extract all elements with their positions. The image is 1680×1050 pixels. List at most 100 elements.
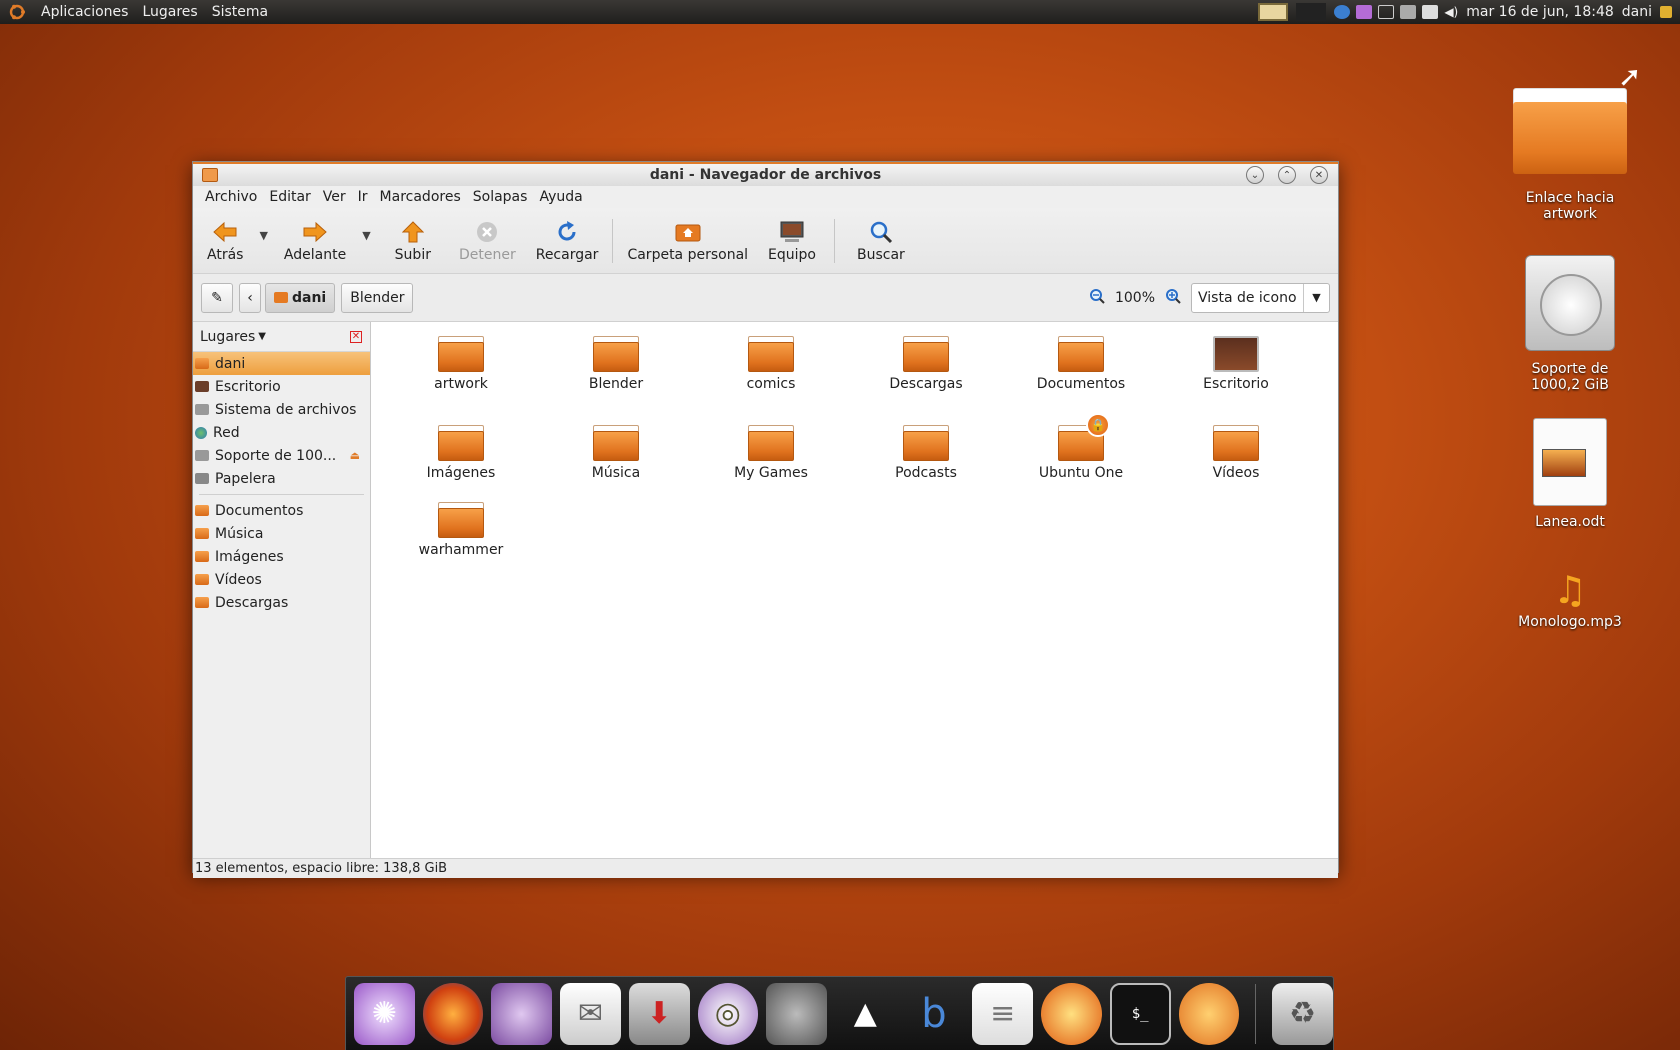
arrow-right-icon [302, 219, 328, 245]
menu-ayuda[interactable]: Ayuda [533, 189, 588, 205]
minimize-button[interactable]: ⌄ [1246, 166, 1264, 184]
view-mode-select[interactable]: Vista de icono ▼ [1191, 282, 1330, 313]
dock-text-editor-icon[interactable]: ≡ [972, 982, 1034, 1045]
sidebar-bookmark-documentos[interactable]: Documentos [193, 499, 370, 522]
dock-launcher-icon[interactable]: ✺ [354, 982, 415, 1045]
dock-nautilus-icon[interactable] [1178, 982, 1240, 1045]
menu-marcadores[interactable]: Marcadores [374, 189, 467, 205]
dock-trash-icon[interactable]: ♻ [1272, 982, 1333, 1045]
dock-blender-icon[interactable]: b [904, 983, 965, 1045]
mail-icon[interactable] [1422, 5, 1439, 19]
zoom-out-icon[interactable] [1089, 288, 1105, 308]
window-icon[interactable] [1378, 5, 1395, 19]
back-button[interactable]: Atrás [199, 211, 251, 271]
music-note-icon: ♫ [1552, 568, 1588, 612]
breadcrumb-scroll-left[interactable]: ‹ [239, 282, 261, 313]
home-button[interactable]: Carpeta personal [619, 211, 756, 271]
file-item-descargas[interactable]: Descargas [861, 336, 991, 392]
sidebar-bookmark-imagenes[interactable]: Imágenes [193, 545, 370, 568]
volume-icon[interactable]: ◀) [1444, 5, 1458, 19]
sidebar-bookmark-descargas[interactable]: Descargas [193, 591, 370, 614]
eject-icon[interactable]: ⏏ [350, 449, 360, 462]
file-item-warhammer[interactable]: warhammer [396, 502, 526, 558]
sidebar-item-papelera[interactable]: Papelera [193, 467, 370, 490]
toolbar: Atrás ▼ Adelante ▼ Subir Detener Recarga… [193, 208, 1338, 274]
maximize-button[interactable]: ⌃ [1278, 166, 1296, 184]
breadcrumb-dani[interactable]: dani [265, 282, 336, 313]
zoom-in-icon[interactable] [1165, 288, 1181, 308]
file-item-ubuntu-one[interactable]: 🔒 Ubuntu One [1016, 413, 1146, 481]
file-item-documentos[interactable]: Documentos [1016, 336, 1146, 392]
file-item-blender[interactable]: Blender [551, 336, 681, 392]
user-menu[interactable]: dani [1622, 4, 1652, 20]
sidebar-type-selector[interactable]: Lugares [200, 329, 255, 345]
workspace-switcher-active[interactable] [1258, 3, 1289, 21]
menu-editar[interactable]: Editar [263, 189, 316, 205]
file-item-musica[interactable]: Música [551, 425, 681, 481]
desktop-icon-artwork-link[interactable]: Enlace hacia artwork [1505, 88, 1635, 222]
toggle-location-entry-button[interactable]: ✎ [201, 282, 233, 313]
file-item-podcasts[interactable]: Podcasts [861, 425, 991, 481]
file-item-imagenes[interactable]: Imágenes [396, 425, 526, 481]
zoom-level[interactable]: 100% [1115, 290, 1155, 306]
menu-ir[interactable]: Ir [352, 189, 374, 205]
forward-history-dropdown[interactable]: ▼ [354, 229, 378, 242]
sidebar-item-dani[interactable]: dani [193, 352, 370, 375]
file-item-comics[interactable]: comics [706, 336, 836, 392]
search-button[interactable]: Buscar [841, 211, 921, 271]
stop-button[interactable]: Detener [447, 211, 528, 271]
desktop-icon-drive[interactable]: Soporte de 1000,2 GiB [1510, 255, 1630, 393]
bluetooth-icon[interactable] [1334, 5, 1351, 19]
clock[interactable]: mar 16 de jun, 18:48 [1466, 4, 1614, 20]
sidebar-item-filesystem[interactable]: Sistema de archivos [193, 398, 370, 421]
sidebar-bookmark-videos[interactable]: Vídeos [193, 568, 370, 591]
sidebar-item-escritorio[interactable]: Escritorio [193, 375, 370, 398]
home-folder-icon [195, 358, 209, 369]
folder-icon [195, 574, 209, 585]
sidebar-bookmark-musica[interactable]: Música [193, 522, 370, 545]
file-item-videos[interactable]: Vídeos [1171, 425, 1301, 481]
file-item-artwork[interactable]: artwork [396, 336, 526, 392]
icon-view[interactable]: artwork Blender comics Descargas Documen… [371, 322, 1338, 858]
menu-solapas[interactable]: Solapas [467, 189, 534, 205]
breadcrumb-blender[interactable]: Blender [341, 282, 414, 313]
file-item-escritorio[interactable]: Escritorio [1171, 336, 1301, 392]
reload-button[interactable]: Recargar [528, 211, 607, 271]
network-icon[interactable] [1400, 5, 1417, 19]
close-button[interactable]: ✕ [1310, 166, 1328, 184]
dock-shotwell-icon[interactable]: ◎ [697, 982, 759, 1045]
menu-ver[interactable]: Ver [317, 189, 352, 205]
dock-brasero-icon[interactable] [1041, 982, 1102, 1045]
menu-sistema[interactable]: Sistema [205, 4, 275, 20]
chevron-down-icon[interactable]: ▼ [258, 331, 266, 342]
dock-firefox-icon[interactable] [422, 982, 484, 1045]
indicator-icon[interactable] [1356, 5, 1373, 19]
file-label: Podcasts [895, 465, 957, 481]
computer-button[interactable]: Equipo [756, 211, 828, 271]
close-sidebar-icon[interactable]: ✕ [350, 330, 362, 343]
menu-lugares[interactable]: Lugares [135, 4, 204, 20]
titlebar[interactable]: dani - Navegador de archivos ⌄ ⌃ ✕ [193, 162, 1338, 186]
workspace-switcher-inactive[interactable] [1296, 3, 1327, 21]
session-icon[interactable] [1660, 6, 1672, 18]
dock-gimp-icon[interactable] [766, 982, 827, 1045]
folder-icon [1213, 425, 1259, 461]
menu-aplicaciones[interactable]: Aplicaciones [34, 4, 135, 20]
dock-installer-icon[interactable]: ⬇ [628, 982, 690, 1045]
desktop-icon-monologo[interactable]: ♫ Monologo.mp3 [1510, 568, 1630, 630]
dock-terminal-icon[interactable]: $_ [1109, 982, 1171, 1045]
file-item-my-games[interactable]: My Games [706, 425, 836, 481]
dock-inkscape-icon[interactable]: ▲ [835, 983, 896, 1045]
menu-archivo[interactable]: Archivo [199, 189, 263, 205]
file-label: My Games [734, 465, 808, 481]
sidebar-item-soporte[interactable]: Soporte de 100... ⏏ [193, 444, 370, 467]
sidebar-item-red[interactable]: Red [193, 421, 370, 444]
drive-icon [195, 404, 209, 415]
up-button[interactable]: Subir [379, 211, 447, 271]
forward-button[interactable]: Adelante [276, 211, 354, 271]
back-history-dropdown[interactable]: ▼ [251, 229, 275, 242]
dock-mail-icon[interactable]: ✉ [560, 982, 621, 1045]
ubuntu-logo-icon[interactable] [6, 1, 28, 23]
desktop-icon-lanea[interactable]: Lanea.odt [1520, 418, 1620, 530]
dock-pidgin-icon[interactable] [491, 982, 553, 1045]
